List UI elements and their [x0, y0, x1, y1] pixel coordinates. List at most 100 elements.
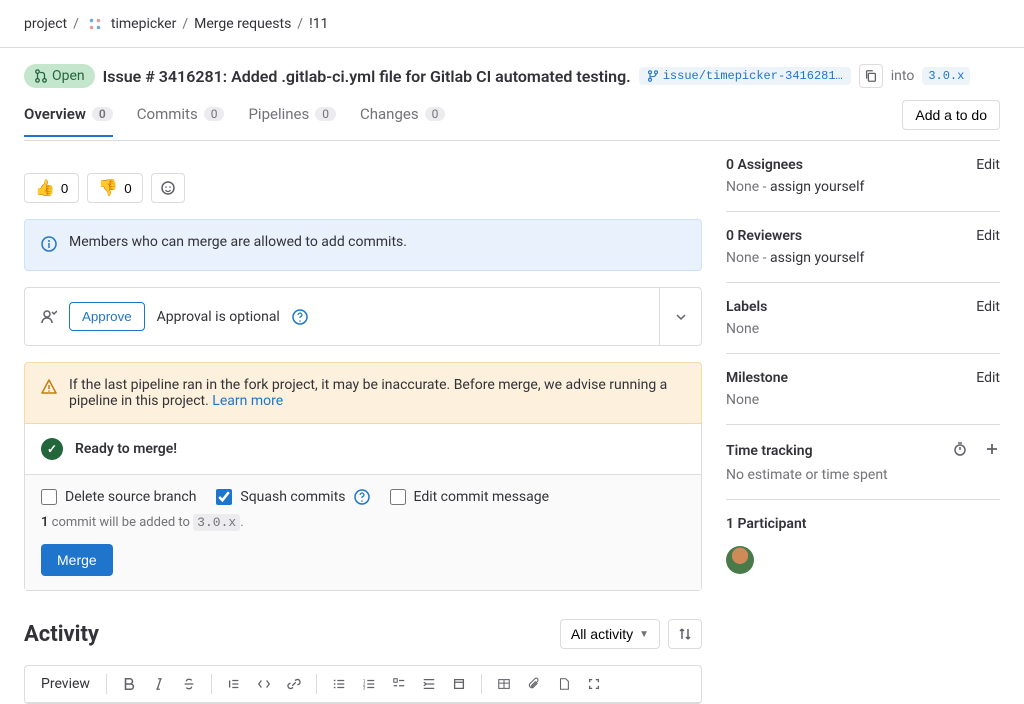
tab-pipelines[interactable]: Pipelines 0 [248, 105, 336, 135]
edit-commit-input[interactable] [390, 489, 406, 505]
tab-overview[interactable]: Overview 0 [24, 105, 113, 137]
bullet-list-button[interactable] [325, 670, 353, 698]
timer-icon[interactable] [952, 441, 968, 461]
bold-button[interactable] [115, 670, 143, 698]
assignees-title: 0 Assignees [726, 157, 803, 173]
quote-button[interactable] [220, 670, 248, 698]
smiley-icon [160, 180, 176, 196]
tab-count: 0 [315, 107, 336, 121]
sort-icon [677, 626, 693, 642]
assign-yourself-link[interactable]: assign yourself [770, 179, 864, 195]
edit-milestone-link[interactable]: Edit [976, 370, 1000, 386]
link-button[interactable] [280, 670, 308, 698]
approve-button[interactable]: Approve [69, 302, 145, 331]
breadcrumb-repo[interactable]: timepicker [111, 16, 176, 32]
italic-button[interactable] [145, 670, 173, 698]
tab-count: 0 [425, 107, 446, 121]
table-icon [497, 677, 511, 691]
sort-toggle-button[interactable] [668, 619, 702, 649]
code-icon [257, 677, 271, 691]
source-branch-chip[interactable]: issue/timepicker-3416281… [639, 67, 851, 85]
link-icon [287, 677, 301, 691]
warning-icon [41, 379, 57, 399]
tab-changes[interactable]: Changes 0 [360, 105, 445, 135]
labels-title: Labels [726, 299, 767, 315]
numbered-list-icon: 123 [362, 677, 376, 691]
edit-assignees-link[interactable]: Edit [976, 157, 1000, 173]
attach-icon [527, 677, 541, 691]
edit-reviewers-link[interactable]: Edit [976, 228, 1000, 244]
details-button[interactable] [445, 670, 473, 698]
add-time-icon[interactable] [984, 441, 1000, 461]
milestone-block: Milestone Edit None [726, 354, 1000, 425]
info-icon [41, 236, 57, 256]
assign-yourself-link[interactable]: assign yourself [770, 250, 864, 266]
reviewers-block: 0 Reviewers Edit None - assign yourself [726, 212, 1000, 283]
project-icon [85, 14, 105, 34]
pipeline-warning: If the last pipeline ran in the fork pro… [24, 362, 702, 424]
numbered-list-button[interactable]: 123 [355, 670, 383, 698]
commit-note: 1 commit will be added to 3.0.x. [41, 515, 685, 530]
time-tracking-title: Time tracking [726, 443, 813, 459]
strikethrough-button[interactable] [175, 670, 203, 698]
tab-commits[interactable]: Commits 0 [137, 105, 225, 135]
attach-button[interactable] [520, 670, 548, 698]
indent-button[interactable] [415, 670, 443, 698]
breadcrumb-sep: / [297, 16, 303, 32]
activity-heading: Activity All activity ▼ [24, 619, 702, 649]
breadcrumb: project / timepicker / Merge requests / … [0, 0, 1024, 48]
breadcrumb-sep: / [73, 16, 79, 32]
edit-commit-message-checkbox[interactable]: Edit commit message [390, 489, 550, 505]
merge-button[interactable]: Merge [41, 544, 113, 576]
file-icon [557, 677, 571, 691]
thumbs-down-icon: 👎 [98, 178, 118, 198]
squash-commits-input[interactable] [216, 489, 232, 505]
table-button[interactable] [490, 670, 518, 698]
breadcrumb-project[interactable]: project [24, 16, 67, 32]
warning-text: If the last pipeline ran in the fork pro… [69, 377, 667, 409]
learn-more-link[interactable]: Learn more [212, 393, 283, 409]
activity-filter-dropdown[interactable]: All activity ▼ [560, 619, 660, 649]
target-branch-chip[interactable]: 3.0.x [922, 67, 970, 85]
thumbs-down-button[interactable]: 👎 0 [87, 173, 142, 203]
indent-icon [422, 677, 436, 691]
delete-source-input[interactable] [41, 489, 57, 505]
tab-count: 0 [204, 107, 225, 121]
assignees-block: 0 Assignees Edit None - assign yourself [726, 157, 1000, 212]
help-icon[interactable] [292, 309, 308, 325]
task-list-button[interactable] [385, 670, 413, 698]
squash-commits-checkbox[interactable]: Squash commits [216, 489, 369, 505]
fullscreen-button[interactable] [580, 670, 608, 698]
thumbs-up-button[interactable]: 👍 0 [24, 173, 79, 203]
delete-source-checkbox[interactable]: Delete source branch [41, 489, 196, 505]
mr-title: Issue # 3416281: Added .gitlab-ci.yml fi… [103, 67, 631, 86]
check-icon: ✓ [41, 438, 63, 460]
breadcrumb-section[interactable]: Merge requests [194, 16, 291, 32]
activity-title: Activity [24, 622, 99, 647]
bullet-list-icon [332, 677, 346, 691]
strikethrough-icon [182, 677, 196, 691]
preview-tab[interactable]: Preview [33, 670, 98, 698]
add-todo-button[interactable]: Add a to do [902, 100, 1000, 130]
fullscreen-icon [587, 677, 601, 691]
thumbs-up-icon: 👍 [35, 178, 55, 198]
info-notice-text: Members who can merge are allowed to add… [69, 234, 407, 250]
approval-panel: Approve Approval is optional [24, 287, 702, 346]
reactions: 👍 0 👎 0 [24, 173, 702, 203]
milestone-value: None [726, 392, 1000, 408]
mr-header: Open Issue # 3416281: Added .gitlab-ci.y… [24, 64, 1000, 88]
add-reaction-button[interactable] [151, 173, 185, 203]
into-label: into [891, 68, 915, 84]
tab-count: 0 [92, 107, 113, 121]
help-icon[interactable] [354, 489, 370, 505]
copy-branch-button[interactable] [859, 64, 883, 88]
code-button[interactable] [250, 670, 278, 698]
edit-labels-link[interactable]: Edit [976, 299, 1000, 315]
participant-avatar[interactable] [726, 546, 754, 574]
approver-icon [41, 309, 57, 325]
mr-sidebar: 0 Assignees Edit None - assign yourself … [726, 157, 1000, 704]
chevron-down-icon [675, 311, 687, 323]
suggestion-button[interactable] [550, 670, 578, 698]
expand-approvals-toggle[interactable] [659, 288, 701, 345]
branch-icon [647, 70, 659, 82]
